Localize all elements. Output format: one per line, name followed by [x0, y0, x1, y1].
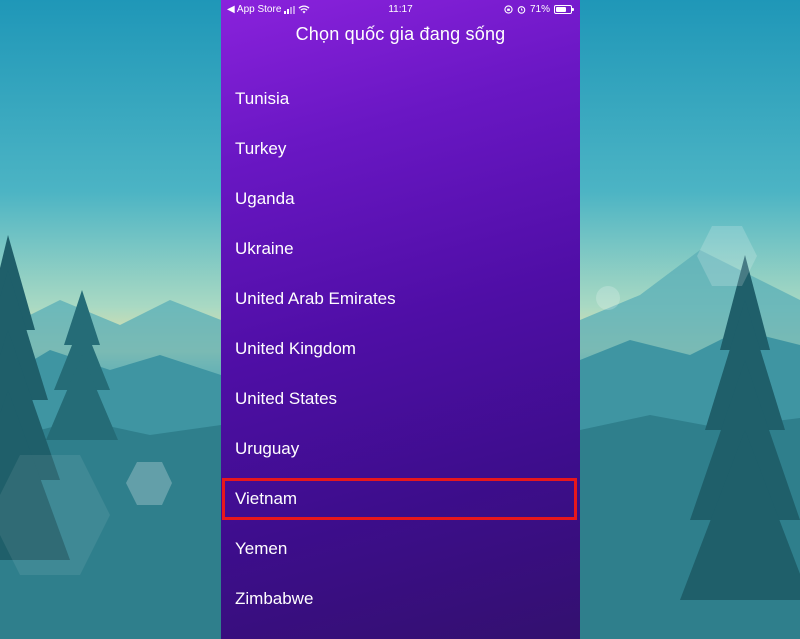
country-item-united-kingdom[interactable]: United Kingdom	[221, 324, 580, 374]
status-right: 71%	[504, 4, 574, 15]
country-item-uruguay[interactable]: Uruguay	[221, 424, 580, 474]
battery-level-fill	[556, 7, 566, 12]
status-bar: ◀ App Store 11:17 71%	[221, 0, 580, 18]
country-item-united-arab-emirates[interactable]: United Arab Emirates	[221, 274, 580, 324]
country-list: Tunisia Turkey Uganda Ukraine United Arab Em…	[221, 74, 580, 624]
country-item-zimbabwe[interactable]: Zimbabwe	[221, 574, 580, 624]
alarm-clock-icon	[517, 6, 526, 14]
country-item-vietnam[interactable]: Vietnam	[221, 474, 580, 524]
screen-rotation-lock-icon	[504, 5, 513, 14]
country-item-turkey[interactable]: Turkey	[221, 124, 580, 174]
country-item-united-states[interactable]: United States	[221, 374, 580, 424]
phone-screen: ◀ App Store 11:17 71% Chọn quốc gia đang…	[221, 0, 580, 639]
country-item-ukraine[interactable]: Ukraine	[221, 224, 580, 274]
battery-percentage: 71%	[529, 4, 550, 15]
page-title: Chọn quốc gia đang sống	[295, 24, 506, 44]
battery-icon	[554, 5, 574, 14]
country-item-yemen[interactable]: Yemen	[221, 524, 580, 574]
country-item-uganda[interactable]: Uganda	[221, 174, 580, 224]
country-item-tunisia[interactable]: Tunisia	[221, 74, 580, 124]
